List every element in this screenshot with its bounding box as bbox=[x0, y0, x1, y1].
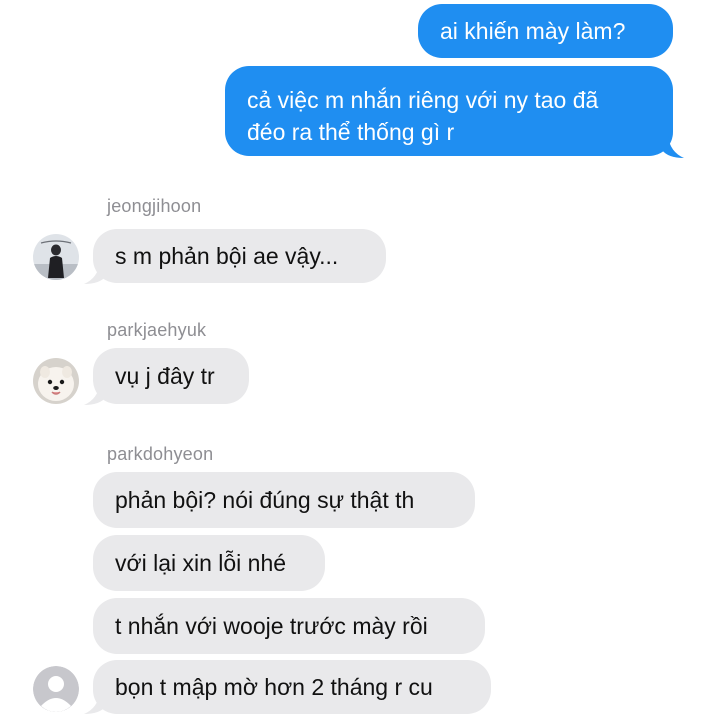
bubble-tail bbox=[84, 262, 106, 284]
outgoing-message[interactable]: cả việc m nhắn riêng với ny tao đã đéo r… bbox=[225, 66, 673, 156]
message-text: với lại xin lỗi nhé bbox=[115, 550, 287, 576]
bubble-tail bbox=[84, 383, 106, 405]
sender-name: parkdohyeon bbox=[107, 444, 214, 464]
photo-person-avatar[interactable] bbox=[33, 234, 79, 280]
message-text: ai khiến mày làm? bbox=[440, 18, 626, 44]
message-text: vụ j đây tr bbox=[115, 363, 215, 389]
bubble-tail bbox=[84, 692, 106, 714]
incoming-message[interactable]: t nhắn với wooje trước mày rồi bbox=[93, 598, 485, 654]
default-person-avatar[interactable] bbox=[33, 666, 79, 712]
message-text-line: cả việc m nhắn riêng với ny tao đã bbox=[247, 87, 599, 113]
avatar-image bbox=[33, 358, 79, 404]
incoming-message[interactable]: vụ j đây tr bbox=[93, 348, 249, 404]
incoming-message[interactable]: bọn t mập mờ hơn 2 tháng r cu bbox=[93, 660, 491, 714]
bubble-tail bbox=[662, 136, 684, 158]
sender-name: parkjaehyuk bbox=[107, 320, 207, 340]
avatar-image bbox=[33, 666, 79, 712]
message-text: phản bội? nói đúng sự thật th bbox=[115, 487, 415, 513]
incoming-message[interactable]: với lại xin lỗi nhé bbox=[93, 535, 325, 591]
incoming-message[interactable]: s m phản bội ae vậy... bbox=[93, 229, 386, 283]
sender-name: jeongjihoon bbox=[107, 196, 202, 216]
photo-dog-avatar[interactable] bbox=[33, 358, 79, 404]
avatar-image bbox=[33, 234, 79, 280]
message-text-line: đéo ra thể thống gì r bbox=[247, 119, 455, 145]
incoming-message[interactable]: phản bội? nói đúng sự thật th bbox=[93, 472, 475, 528]
message-text: bọn t mập mờ hơn 2 tháng r cu bbox=[115, 674, 433, 700]
message-text: s m phản bội ae vậy... bbox=[115, 243, 339, 269]
message-text: t nhắn với wooje trước mày rồi bbox=[115, 613, 428, 639]
outgoing-message[interactable]: ai khiến mày làm? bbox=[418, 4, 673, 58]
